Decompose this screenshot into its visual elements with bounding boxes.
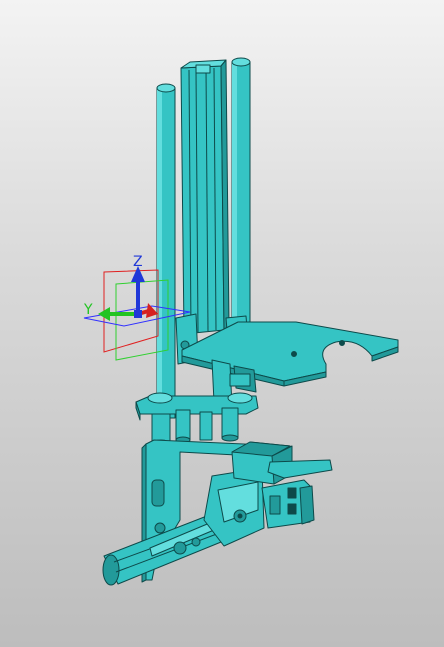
z-axis-label: Z	[133, 254, 143, 270]
z-axis-arrow[interactable]	[131, 266, 145, 314]
right-guide-rod[interactable]	[231, 57, 251, 325]
triad-origin	[134, 310, 142, 318]
left-guide-rod[interactable]	[156, 83, 176, 419]
y-axis-label: Y	[83, 302, 93, 318]
side-flange-plate[interactable]	[267, 459, 333, 479]
end-block[interactable]	[261, 479, 315, 529]
cad-model-scene[interactable]: Z Y	[0, 0, 444, 647]
3d-viewport[interactable]: Z Y	[0, 0, 444, 647]
extrusion-column[interactable]	[180, 59, 230, 335]
